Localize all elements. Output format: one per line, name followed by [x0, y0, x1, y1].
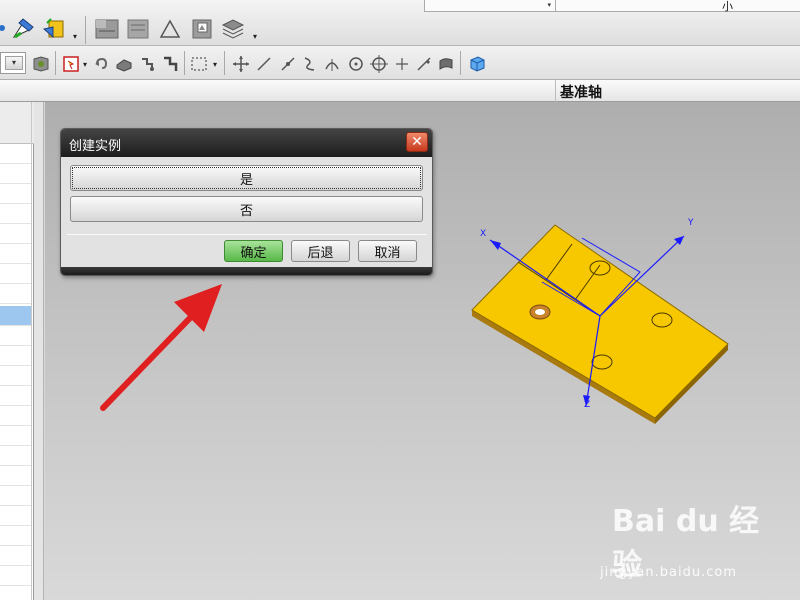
create-instance-dialog: 创建实例 ✕ 是 否 确定 后退 取消 — [60, 128, 433, 276]
point-icon[interactable] — [392, 54, 412, 74]
list-item[interactable] — [0, 546, 31, 566]
quadrant-icon[interactable] — [368, 54, 390, 74]
yes-button[interactable]: 是 — [70, 165, 423, 191]
list-item[interactable] — [0, 184, 31, 204]
filter-icon[interactable] — [30, 54, 52, 74]
list-item[interactable] — [0, 466, 31, 486]
panel-splitter[interactable] — [34, 102, 44, 600]
list-item[interactable] — [0, 406, 31, 426]
image-icon[interactable] — [188, 16, 216, 42]
header-bar: 基准轴 — [0, 80, 800, 102]
chevron-down-icon: ▾ — [547, 1, 551, 9]
toolbar-field-text: 小 — [722, 0, 733, 13]
ok-button[interactable]: 确定 — [224, 240, 283, 262]
watermark-url: jingyan.baidu.com — [600, 565, 737, 580]
more-dropdown-icon[interactable]: ▾ — [250, 30, 260, 42]
chevron-down-icon[interactable]: ▾ — [210, 58, 220, 70]
annotation-arrow — [100, 284, 222, 411]
intersection-icon[interactable] — [322, 54, 342, 74]
solid-icon[interactable] — [114, 54, 134, 74]
select-box-icon[interactable] — [60, 54, 82, 74]
axis-label-y: Y — [688, 218, 694, 228]
watermark-logo: Bai du 经验 — [612, 504, 762, 583]
back-button[interactable]: 后退 — [291, 240, 350, 262]
surface-icon[interactable] — [436, 54, 456, 74]
axis-label-z: Z — [584, 400, 591, 410]
list-item[interactable] — [0, 164, 31, 184]
center-icon[interactable] — [346, 54, 366, 74]
chevron-down-icon[interactable]: ▾ — [5, 56, 23, 70]
list-item[interactable] — [0, 264, 31, 284]
list-item[interactable] — [0, 144, 31, 164]
list-item[interactable] — [0, 284, 31, 304]
selection-toolbar: ▾ ▾ ▾ — [0, 46, 800, 80]
curve-icon[interactable] — [300, 54, 320, 74]
sketch-icon[interactable] — [10, 16, 38, 42]
cancel-button[interactable]: 取消 — [358, 240, 417, 262]
list-item[interactable] — [0, 426, 31, 446]
toolbar-dropdown[interactable]: ▾ — [424, 0, 556, 12]
snap-icon[interactable] — [138, 54, 158, 74]
toolbar-partial-icon[interactable] — [0, 20, 8, 36]
line-icon[interactable] — [254, 54, 274, 74]
filter-combo[interactable]: ▾ — [0, 52, 26, 74]
list-item[interactable] — [0, 586, 31, 600]
chevron-down-icon[interactable]: ▾ — [80, 58, 90, 70]
axis-label-x: X — [480, 229, 487, 239]
view-cube-icon[interactable] — [466, 54, 488, 74]
list-item[interactable] — [0, 526, 31, 546]
snap-grid-icon[interactable] — [160, 54, 180, 74]
list-item[interactable] — [0, 224, 31, 244]
layer-settings-icon[interactable] — [124, 16, 152, 42]
list-item[interactable] — [0, 346, 31, 366]
layer-icon[interactable] — [92, 16, 122, 42]
list-item[interactable] — [0, 244, 31, 264]
stack-icon[interactable] — [218, 16, 248, 42]
more-dropdown-icon[interactable]: ▾ — [70, 30, 80, 42]
tangent-icon[interactable] — [414, 54, 434, 74]
point-line-icon[interactable] — [278, 54, 298, 74]
top-toolbar: ▾ ▾ ▾ 小 — [0, 0, 800, 46]
list-item[interactable] — [0, 486, 31, 506]
list-item-selected[interactable] — [0, 306, 31, 326]
toolbar-field[interactable]: 小 — [556, 0, 800, 13]
triangle-icon[interactable] — [156, 16, 184, 42]
dialog-titlebar[interactable]: 创建实例 ✕ — [61, 129, 432, 157]
list-item[interactable] — [0, 386, 31, 406]
part-model[interactable] — [460, 210, 740, 430]
list-item[interactable] — [0, 566, 31, 586]
list-item[interactable] — [0, 366, 31, 386]
feature-title: 基准轴 — [560, 85, 602, 101]
dialog-title: 创建实例 — [69, 139, 122, 154]
undo-icon[interactable] — [92, 54, 110, 74]
close-icon: ✕ — [411, 134, 423, 150]
list-item[interactable] — [0, 446, 31, 466]
move-icon[interactable] — [230, 54, 252, 74]
close-button[interactable]: ✕ — [406, 132, 428, 152]
list-item[interactable] — [0, 204, 31, 224]
list-item[interactable] — [0, 326, 31, 346]
marquee-icon[interactable] — [188, 54, 210, 74]
feature-icon[interactable] — [40, 16, 68, 42]
part-navigator[interactable] — [0, 102, 34, 600]
no-button[interactable]: 否 — [70, 196, 423, 222]
list-item[interactable] — [0, 506, 31, 526]
